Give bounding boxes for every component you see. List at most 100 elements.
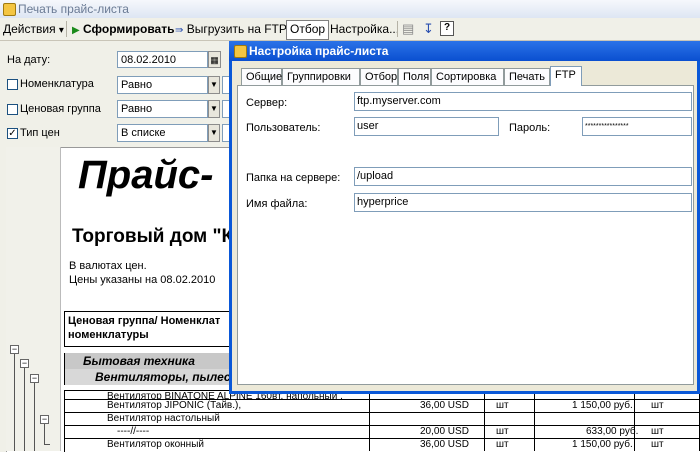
tree-line [44,424,45,444]
column-divider [369,390,370,451]
tab-fields[interactable]: Поля [398,68,431,85]
price-usd: 20,00 USD [420,426,469,437]
product-name: Вентилятор оконный [107,439,204,450]
help-pointer-icon[interactable]: ↧ [423,20,434,38]
table-row: Вентилятор JIPONIC (Тайв.), 36,00 USD шт… [64,399,700,413]
actions-label: Действия [3,22,56,36]
price-usd: 36,00 USD [420,400,469,411]
settings-button[interactable]: Настройка... [330,20,399,38]
collapse-icon[interactable]: − [20,359,29,368]
document-icon[interactable]: ▤ [402,20,414,38]
nomenclature-checkbox[interactable] [7,79,18,90]
column-header-name: Ценовая группа/ Номенклат [68,315,221,327]
product-name: Вентилятор JIPONIC (Тайв.), [107,400,242,411]
server-input[interactable]: ftp.myserver.com [354,92,692,111]
upload-ftp-button[interactable]: ⇛ Выгрузить на FTP [175,20,287,38]
price-rub: 633,00 руб. [586,426,639,437]
tree-line [34,383,35,451]
chevron-down-icon[interactable]: ▼ [208,100,220,118]
table-body: Вентилятор BINATONE ALPINE 160вт, наполь… [64,390,700,452]
tree-line [24,368,25,451]
price-rub: 1 150,00 руб. [572,439,633,450]
toolbar-separator [66,21,67,37]
folder-input[interactable]: /upload [354,167,692,186]
dialog-title: Настройка прайс-листа [249,44,389,58]
date-label: На дату: [7,54,51,66]
collapse-icon[interactable]: − [10,345,19,354]
unit-2: шт [651,400,664,411]
price-group-label: Ценовая группа [20,103,101,115]
actions-menu-button[interactable]: Действия ▾ [3,20,64,38]
calendar-icon[interactable]: ▦ [208,51,221,68]
dialog-app-icon [234,45,247,58]
ftp-upload-icon: ⇛ [175,25,184,36]
password-label: Пароль: [509,122,551,134]
unit-2: шт [651,439,664,450]
table-header: Ценовая группа/ Номенклат номенклатуры [64,311,230,347]
filename-input[interactable]: hyperprice [354,193,692,212]
chevron-down-icon[interactable]: ▼ [208,124,220,142]
filename-label: Имя файла: [246,198,308,210]
folder-label: Папка на сервере: [246,172,341,184]
tree-line [14,354,15,451]
company-name: Торговый дом "Ко [72,226,245,247]
product-name: ----//---- [117,426,150,437]
table-row: Вентилятор оконный 36,00 USD шт 1 150,00… [64,438,700,452]
chevron-down-icon: ▾ [58,25,64,36]
column-divider [534,390,535,451]
play-icon: ▶ [72,25,80,36]
tab-general[interactable]: Общие [241,68,282,85]
table-row: ----//---- 20,00 USD шт 633,00 руб. шт [64,425,700,439]
subgroup-row: Вентиляторы, пылесо [64,369,238,385]
group-row: Бытовая техника [64,353,230,369]
price-rub: 1 150,00 руб. [572,400,633,411]
server-label: Сервер: [246,97,288,109]
nomenclature-label: Номенклатура [20,78,94,90]
table-row: Вентилятор настольный [64,412,700,426]
currency-note: В валютах цен. [69,260,147,272]
tab-ftp[interactable]: FTP [550,66,582,86]
dialog-title-bar[interactable]: Настройка прайс-листа [229,41,700,61]
unit: шт [496,439,509,450]
help-icon[interactable]: ? [440,21,454,36]
column-divider [484,390,485,451]
subgroup-label: Вентиляторы, пылесо [95,370,238,384]
user-label: Пользователь: [246,122,321,134]
toolbar-separator [397,21,398,37]
form-report-button[interactable]: ▶ Сформировать [72,20,174,38]
column-header-name-2: номенклатуры [68,329,149,341]
collapse-icon[interactable]: − [30,374,39,383]
main-window-title: Печать прайс-листа [18,2,129,16]
column-divider [634,390,635,451]
report-title: Прайс- [78,153,214,197]
filter-button[interactable]: Отбор [286,20,330,40]
price-type-condition-select[interactable]: В списке [117,124,208,142]
user-input[interactable]: user [354,117,499,136]
main-toolbar: Действия ▾ ▶ Сформировать ⇛ Выгрузить на… [0,18,700,41]
dialog-bottom-border [229,391,700,394]
tree-line [44,444,50,445]
tab-sorting[interactable]: Сортировка [431,68,504,85]
price-type-checkbox[interactable]: ✓ [7,128,18,139]
date-input[interactable]: 08.02.2010 [117,51,208,68]
product-name: Вентилятор настольный [107,413,220,424]
date-note: Цены указаны на 08.02.2010 [69,274,216,286]
unit: шт [496,426,509,437]
price-usd: 36,00 USD [420,439,469,450]
tab-print[interactable]: Печать [504,68,550,85]
collapse-icon[interactable]: − [40,415,49,424]
tab-groupings[interactable]: Группировки [282,68,360,85]
form-report-label: Сформировать [83,22,175,36]
upload-ftp-label: Выгрузить на FTP [186,22,287,36]
main-title-bar: Печать прайс-листа [0,0,700,19]
price-group-condition-select[interactable]: Равно [117,100,208,118]
group-label: Бытовая техника [83,354,195,368]
chevron-down-icon[interactable]: ▼ [208,76,220,94]
unit: шт [496,400,509,411]
tab-filter[interactable]: Отбор [360,68,398,85]
price-type-label: Тип цен [20,127,60,139]
price-group-checkbox[interactable] [7,104,18,115]
password-input[interactable]: **************** [582,117,692,136]
unit-2: шт [651,426,664,437]
nomenclature-condition-select[interactable]: Равно [117,76,208,94]
